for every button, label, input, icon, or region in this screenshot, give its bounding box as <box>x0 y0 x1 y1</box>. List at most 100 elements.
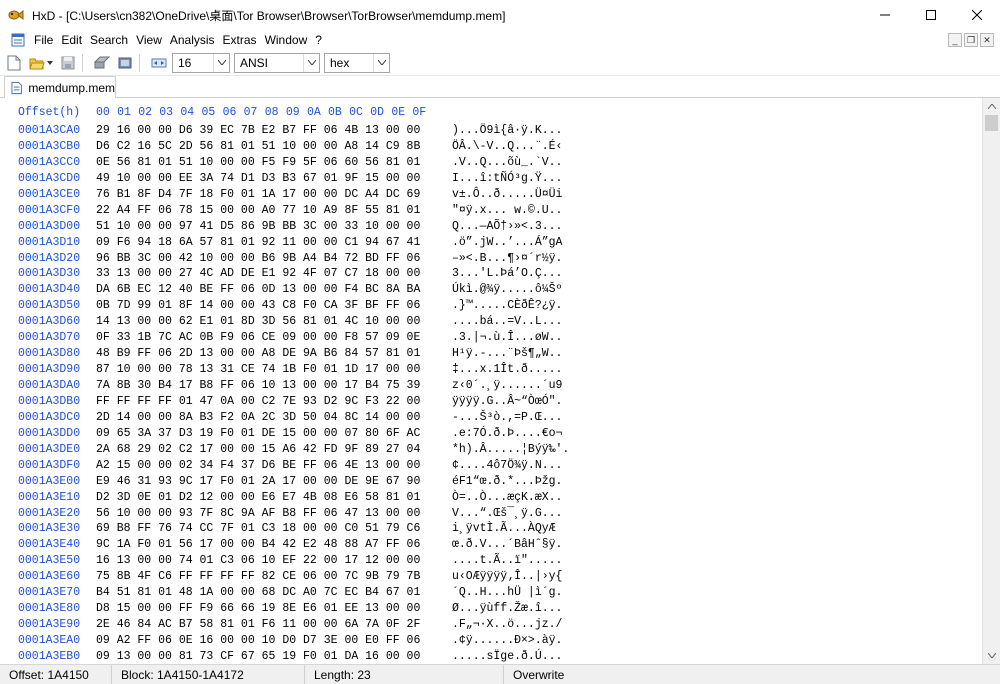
scroll-down-arrow[interactable] <box>983 647 1000 664</box>
vertical-scrollbar[interactable] <box>982 98 1000 664</box>
row-hex-bytes[interactable]: E9 46 31 93 9C 17 F0 01 2A 17 00 00 DE 9… <box>96 474 420 490</box>
row-ascii-text[interactable]: Q...—AÕ†›»<.3... <box>452 219 562 235</box>
menu-extras[interactable]: Extras <box>219 30 261 50</box>
row-ascii-text[interactable]: ¢....4ô7Ö¾ÿ.N... <box>452 458 562 474</box>
row-ascii-text[interactable]: "¤ÿ.x... w.©.U.. <box>452 203 562 219</box>
row-ascii-text[interactable]: .V..Q...õù_.`V.. <box>452 155 562 171</box>
save-button[interactable] <box>59 54 77 72</box>
row-hex-bytes[interactable]: 0F 33 1B 7C AC 0B F9 06 CE 09 00 00 F8 5… <box>96 330 420 346</box>
charset-value: ANSI <box>240 55 269 70</box>
row-ascii-text[interactable]: H¹ÿ.-...¨Þš¶„W.. <box>452 346 562 362</box>
menu-analysis[interactable]: Analysis <box>166 30 219 50</box>
row-ascii-text[interactable]: .¢ÿ......Ð×>.àÿ. <box>452 633 562 649</box>
row-hex-bytes[interactable]: 09 13 00 00 81 73 CF 67 65 19 F0 01 DA 1… <box>96 649 420 664</box>
row-hex-bytes[interactable]: 29 16 00 00 D6 39 EC 7B E2 B7 FF 06 4B 1… <box>96 123 420 139</box>
row-ascii-text[interactable]: ....bá..=V..L... <box>452 314 562 330</box>
row-ascii-text[interactable]: .F„¬·X..ö...jz./ <box>452 617 562 633</box>
row-hex-bytes[interactable]: 2D 14 00 00 8A B3 F2 0A 2C 3D 50 04 8C 1… <box>96 410 420 426</box>
row-hex-bytes[interactable]: 48 B9 FF 06 2D 13 00 00 A8 DE 9A B6 84 5… <box>96 346 420 362</box>
row-hex-bytes[interactable]: D2 3D 0E 01 D2 12 00 00 E6 E7 4B 08 E6 5… <box>96 490 420 506</box>
maximize-button[interactable] <box>908 0 954 30</box>
row-hex-bytes[interactable]: FF FF FF FF 01 47 0A 00 C2 7E 93 D2 9C F… <box>96 394 420 410</box>
row-hex-bytes[interactable]: DA 6B EC 12 40 BE FF 06 0D 13 00 00 F4 B… <box>96 282 420 298</box>
row-ascii-text[interactable]: .ö”.jW..’...Á”gA <box>452 235 562 251</box>
mdi-restore-button[interactable]: ❐ <box>964 33 978 47</box>
hxd-app-icon[interactable] <box>8 7 24 23</box>
row-ascii-text[interactable]: .}™.....CÈðÊ?¿ÿ. <box>452 298 562 314</box>
row-hex-bytes[interactable]: 09 F6 94 18 6A 57 81 01 92 11 00 00 C1 9… <box>96 235 420 251</box>
row-hex-bytes[interactable]: 09 A2 FF 06 0E 16 00 00 10 D0 D7 3E 00 E… <box>96 633 420 649</box>
row-hex-bytes[interactable]: 96 BB 3C 00 42 10 00 00 B6 9B A4 B4 72 B… <box>96 251 420 267</box>
row-hex-bytes[interactable]: B4 51 81 01 48 1A 00 00 68 DC A0 7C EC B… <box>96 585 420 601</box>
open-ram-button[interactable] <box>116 54 134 72</box>
row-hex-bytes[interactable]: 87 10 00 00 78 13 31 CE 74 1B F0 01 1D 1… <box>96 362 420 378</box>
row-hex-bytes[interactable]: 49 10 00 00 EE 3A 74 D1 D3 B3 67 01 9F 1… <box>96 171 420 187</box>
open-disk-button[interactable] <box>93 54 111 72</box>
row-ascii-text[interactable]: u‹OÆÿÿÿÿ‚Î..|›y{ <box>452 569 562 585</box>
row-hex-bytes[interactable]: 2E 46 84 AC B7 58 81 01 F6 11 00 00 6A 7… <box>96 617 420 633</box>
row-hex-bytes[interactable]: 0E 56 81 01 51 10 00 00 F5 F9 5F 06 60 5… <box>96 155 420 171</box>
open-dropdown-button[interactable] <box>46 54 54 72</box>
menu-window[interactable]: Window <box>261 30 312 50</box>
row-hex-bytes[interactable]: D6 C2 16 5C 2D 56 81 01 51 10 00 00 A8 1… <box>96 139 420 155</box>
row-ascii-text[interactable]: .....sÏge.ð.Ú... <box>452 649 562 664</box>
row-ascii-text[interactable]: )...Ö9ì{â·ÿ.K... <box>452 123 562 139</box>
row-ascii-text[interactable]: i¸ÿvtÌ.Ã...ÀQyÆ <box>452 521 556 537</box>
row-ascii-text[interactable]: I...î:tÑÓ³g.Ÿ... <box>452 171 562 187</box>
menu-file[interactable]: File <box>30 30 57 50</box>
row-ascii-text[interactable]: .3.|¬.ù.Î...øW.. <box>452 330 562 346</box>
menu-search[interactable]: Search <box>86 30 132 50</box>
row-ascii-text[interactable]: Ò=..Ò...æçK.æX.. <box>452 490 562 506</box>
new-file-button[interactable] <box>5 54 23 72</box>
row-hex-bytes[interactable]: 7A 8B 30 B4 17 B8 FF 06 10 13 00 00 17 B… <box>96 378 420 394</box>
row-ascii-text[interactable]: ‡...x.1Ît.ð..... <box>452 362 562 378</box>
row-hex-bytes[interactable]: 14 13 00 00 62 E1 01 8D 3D 56 81 01 4C 1… <box>96 314 420 330</box>
row-ascii-text[interactable]: œ.ð.V...´BâHˆ§ÿ. <box>452 537 562 553</box>
row-ascii-text[interactable]: *h).Â.....¦Býÿ‰'. <box>452 442 569 458</box>
minimize-button[interactable] <box>862 0 908 30</box>
row-hex-bytes[interactable]: D8 15 00 00 FF F9 66 66 19 8E E6 01 EE 1… <box>96 601 420 617</box>
row-ascii-text[interactable]: Úkì.@¾ÿ.....ô¼Šº <box>452 282 562 298</box>
row-hex-bytes[interactable]: 09 65 3A 37 D3 19 F0 01 DE 15 00 00 07 8… <box>96 426 420 442</box>
open-file-button[interactable] <box>28 54 46 72</box>
row-hex-bytes[interactable]: 76 B1 8F D4 7F 18 F0 01 1A 17 00 00 DC A… <box>96 187 420 203</box>
bytes-per-row-select[interactable]: 16 <box>172 52 230 73</box>
row-ascii-text[interactable]: ÖÂ.\-V..Q...¨.É‹ <box>452 139 562 155</box>
row-hex-bytes[interactable]: 75 8B 4F C6 FF FF FF FF 82 CE 06 00 7C 9… <box>96 569 420 585</box>
display-mode-select[interactable]: hex <box>324 52 390 73</box>
row-ascii-text[interactable]: V...“.Œš¯¸ÿ.G... <box>452 506 562 522</box>
row-ascii-text[interactable]: éF1“œ.ð.*...Þžg. <box>452 474 562 490</box>
row-hex-bytes[interactable]: 9C 1A F0 01 56 17 00 00 B4 42 E2 48 88 A… <box>96 537 420 553</box>
row-hex-bytes[interactable]: 0B 7D 99 01 8F 14 00 00 43 C8 F0 CA 3F B… <box>96 298 420 314</box>
charset-select[interactable]: ANSI <box>234 52 320 73</box>
row-ascii-text[interactable]: v±.Ô..ð.....Ü¤Üi <box>452 187 562 203</box>
menu-view[interactable]: View <box>132 30 166 50</box>
row-ascii-text[interactable]: –»<.B...¶›¤´r½ÿ. <box>452 251 562 267</box>
mdi-close-button[interactable]: ✕ <box>980 33 994 47</box>
row-ascii-text[interactable]: z‹0´.¸ÿ......´u9 <box>452 378 562 394</box>
row-hex-bytes[interactable]: 69 B8 FF 76 74 CC 7F 01 C3 18 00 00 C0 5… <box>96 521 420 537</box>
row-ascii-text[interactable]: ÿÿÿÿ.G..Â~“ÒœÓ". <box>452 394 562 410</box>
row-hex-bytes[interactable]: 2A 68 29 02 C2 17 00 00 15 A6 42 FD 9F 8… <box>96 442 420 458</box>
scroll-up-arrow[interactable] <box>983 98 1000 115</box>
row-ascii-text[interactable]: ´Q..H...hÜ |ì´g. <box>452 585 562 601</box>
row-ascii-text[interactable]: Ø...ÿùff.Žæ.î... <box>452 601 562 617</box>
row-ascii-text[interactable]: ....t.Ã..ï"..... <box>452 553 562 569</box>
row-ascii-text[interactable]: .e:7Ó.ð.Þ....€o¬ <box>452 426 562 442</box>
hex-editor-view[interactable]: Offset(h) 00 01 02 03 04 05 06 07 08 09 0A 0B 0C 0D 0E… <box>0 98 982 664</box>
mdi-minimize-button[interactable]: _ <box>948 33 962 47</box>
scrollbar-thumb[interactable] <box>985 115 998 131</box>
row-hex-bytes[interactable]: A2 15 00 00 02 34 F4 37 D6 BE FF 06 4E 1… <box>96 458 420 474</box>
row-hex-bytes[interactable]: 22 A4 FF 06 78 15 00 00 A0 77 10 A9 8F 5… <box>96 203 420 219</box>
tab-memdump[interactable]: memdump.mem <box>4 76 116 98</box>
menu-edit[interactable]: Edit <box>57 30 86 50</box>
row-ascii-text[interactable]: -...Š³ò.,=P.Œ... <box>452 410 562 426</box>
row-ascii-text[interactable]: 3...'L.Þá’O.Ç... <box>452 266 562 282</box>
row-hex-bytes[interactable]: 33 13 00 00 27 4C AD DE E1 92 4F 07 C7 1… <box>96 266 420 282</box>
menu-help[interactable]: ? <box>311 30 326 50</box>
row-hex-bytes[interactable]: 51 10 00 00 97 41 D5 86 9B BB 3C 00 33 1… <box>96 219 420 235</box>
row-hex-bytes[interactable]: 56 10 00 00 93 7F 8C 9A AF B8 FF 06 47 1… <box>96 506 420 522</box>
close-button[interactable] <box>954 0 1000 30</box>
row-hex-bytes[interactable]: 16 13 00 00 74 01 C3 06 10 EF 22 00 17 1… <box>96 553 420 569</box>
document-window-icon[interactable] <box>10 32 26 48</box>
